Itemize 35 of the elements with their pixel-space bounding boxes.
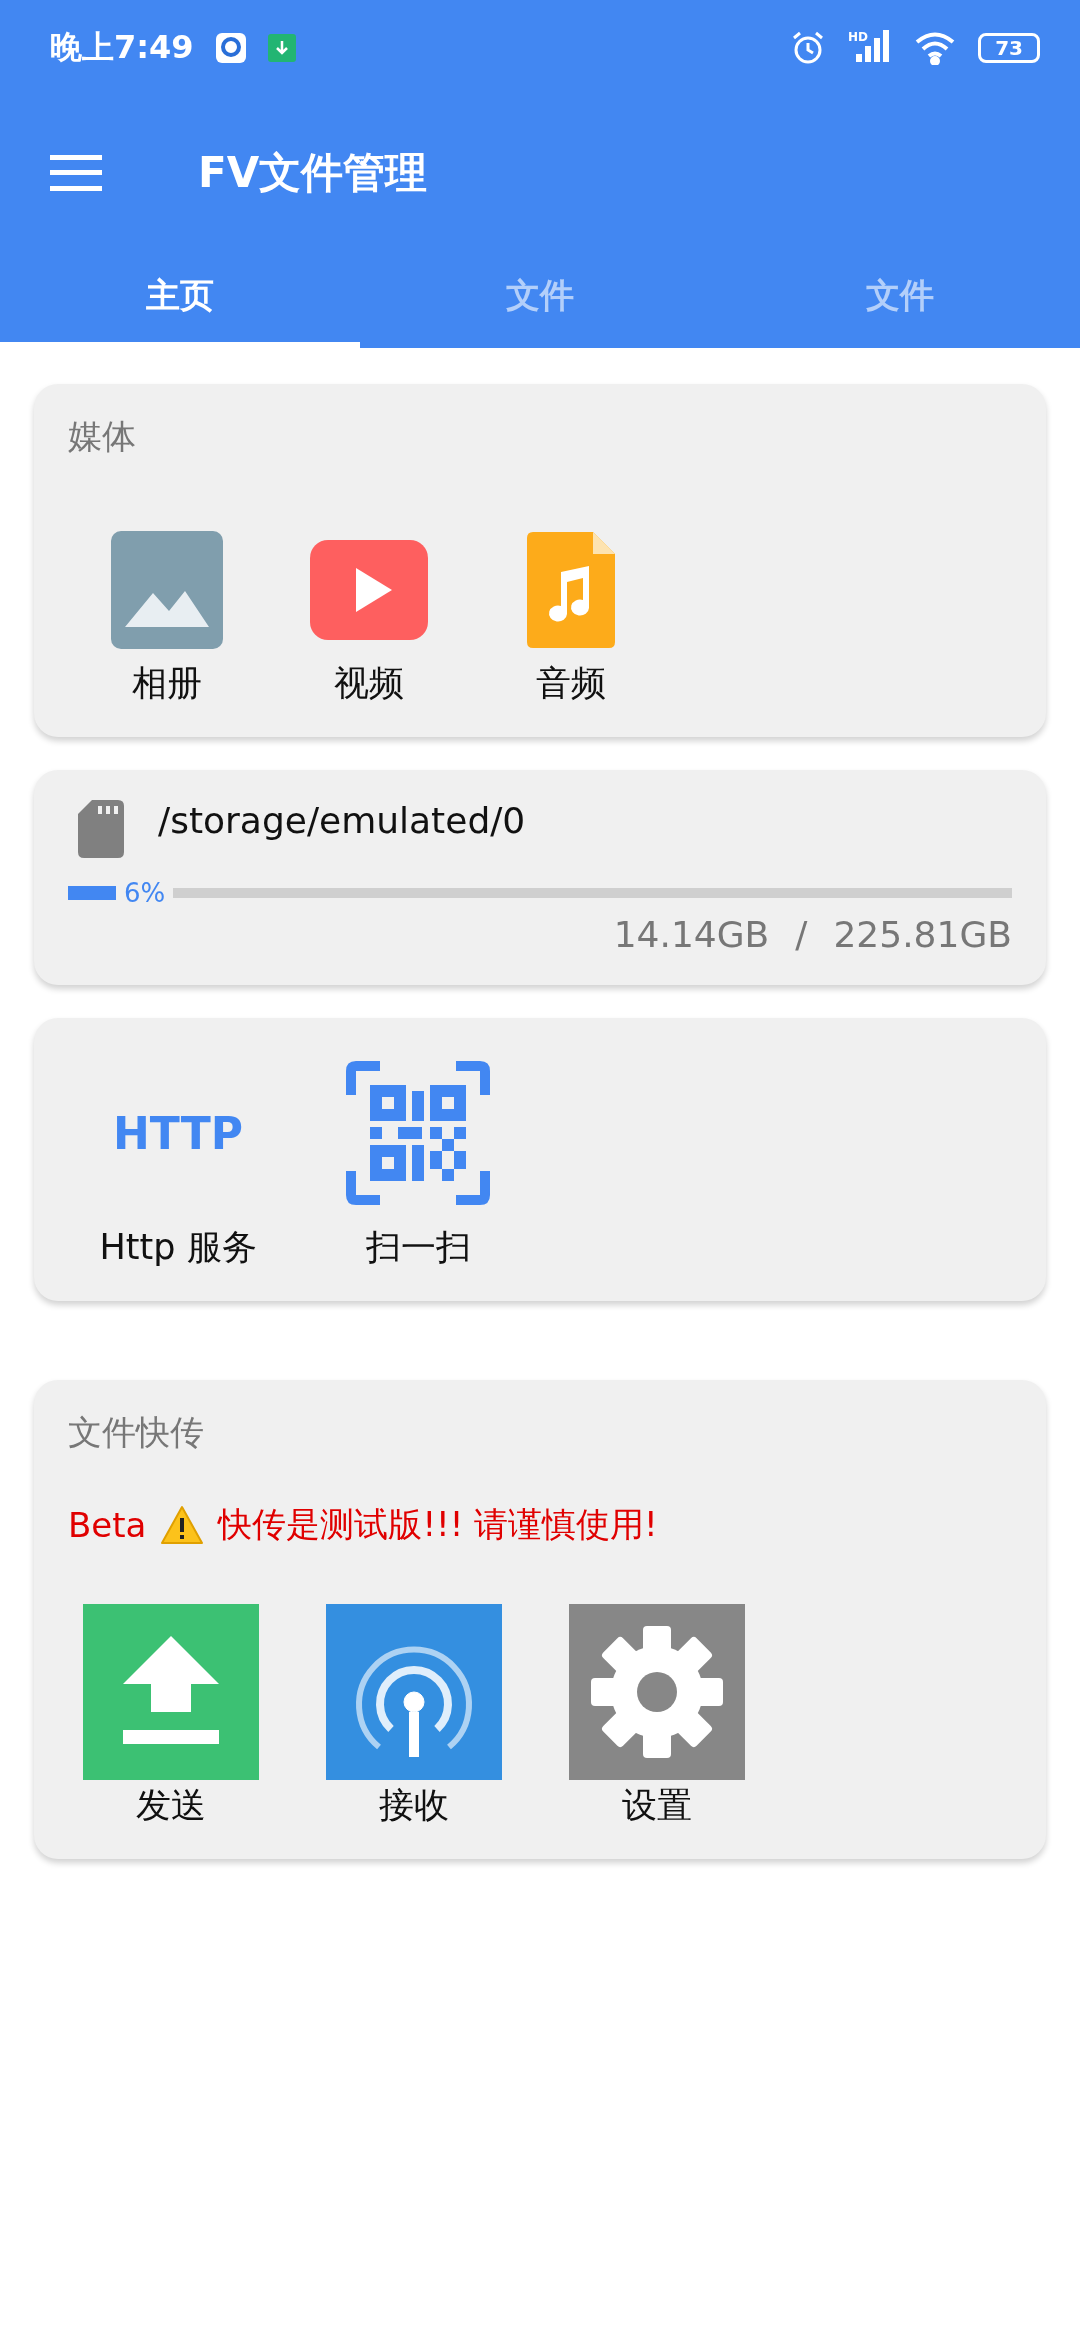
beta-label: Beta xyxy=(68,1505,147,1545)
download-icon xyxy=(267,34,296,62)
used-size: 14.14GB xyxy=(613,914,770,955)
qr-code-icon xyxy=(346,1061,490,1205)
storage-percent: 6% xyxy=(124,878,166,908)
media-label[interactable]: 视频 xyxy=(334,660,404,707)
image-icon xyxy=(111,531,223,649)
menu-icon[interactable] xyxy=(50,155,102,191)
signal-icon xyxy=(326,1604,502,1780)
warning-text: 快传是测试版!!! 请谨慎使用! xyxy=(218,1503,658,1546)
transfer-label[interactable]: 设置 xyxy=(622,1782,692,1829)
settings-icon xyxy=(569,1604,745,1780)
total-size: 225.81GB xyxy=(833,914,1012,955)
tab[interactable]: 主页 xyxy=(0,250,360,348)
tool-label[interactable]: 扫一扫 xyxy=(365,1224,471,1271)
card-title: 文件快传 xyxy=(68,1411,205,1454)
http-icon: HTTP xyxy=(112,1063,244,1203)
upload-icon xyxy=(83,1604,259,1780)
play-icon xyxy=(310,540,428,640)
wifi-icon xyxy=(914,31,957,65)
transfer-label[interactable]: 发送 xyxy=(136,1782,206,1829)
transfer-label[interactable]: 接收 xyxy=(379,1782,449,1829)
media-label[interactable]: 相册 xyxy=(132,660,202,707)
status-time: 晚上7:49 xyxy=(50,27,194,68)
app-title: FV文件管理 xyxy=(198,147,428,199)
tool-label[interactable]: Http 服务 xyxy=(99,1224,257,1271)
sd-card-icon xyxy=(78,800,124,858)
size-separator: / xyxy=(795,914,808,955)
app-notification-icon xyxy=(215,33,246,63)
card-title: 媒体 xyxy=(68,415,137,458)
battery-icon: 73 xyxy=(978,33,1040,63)
storage-path: /storage/emulated/0 xyxy=(158,800,526,843)
music-file-icon xyxy=(527,532,615,648)
media-label[interactable]: 音频 xyxy=(536,660,606,707)
warning-icon xyxy=(160,1505,205,1545)
